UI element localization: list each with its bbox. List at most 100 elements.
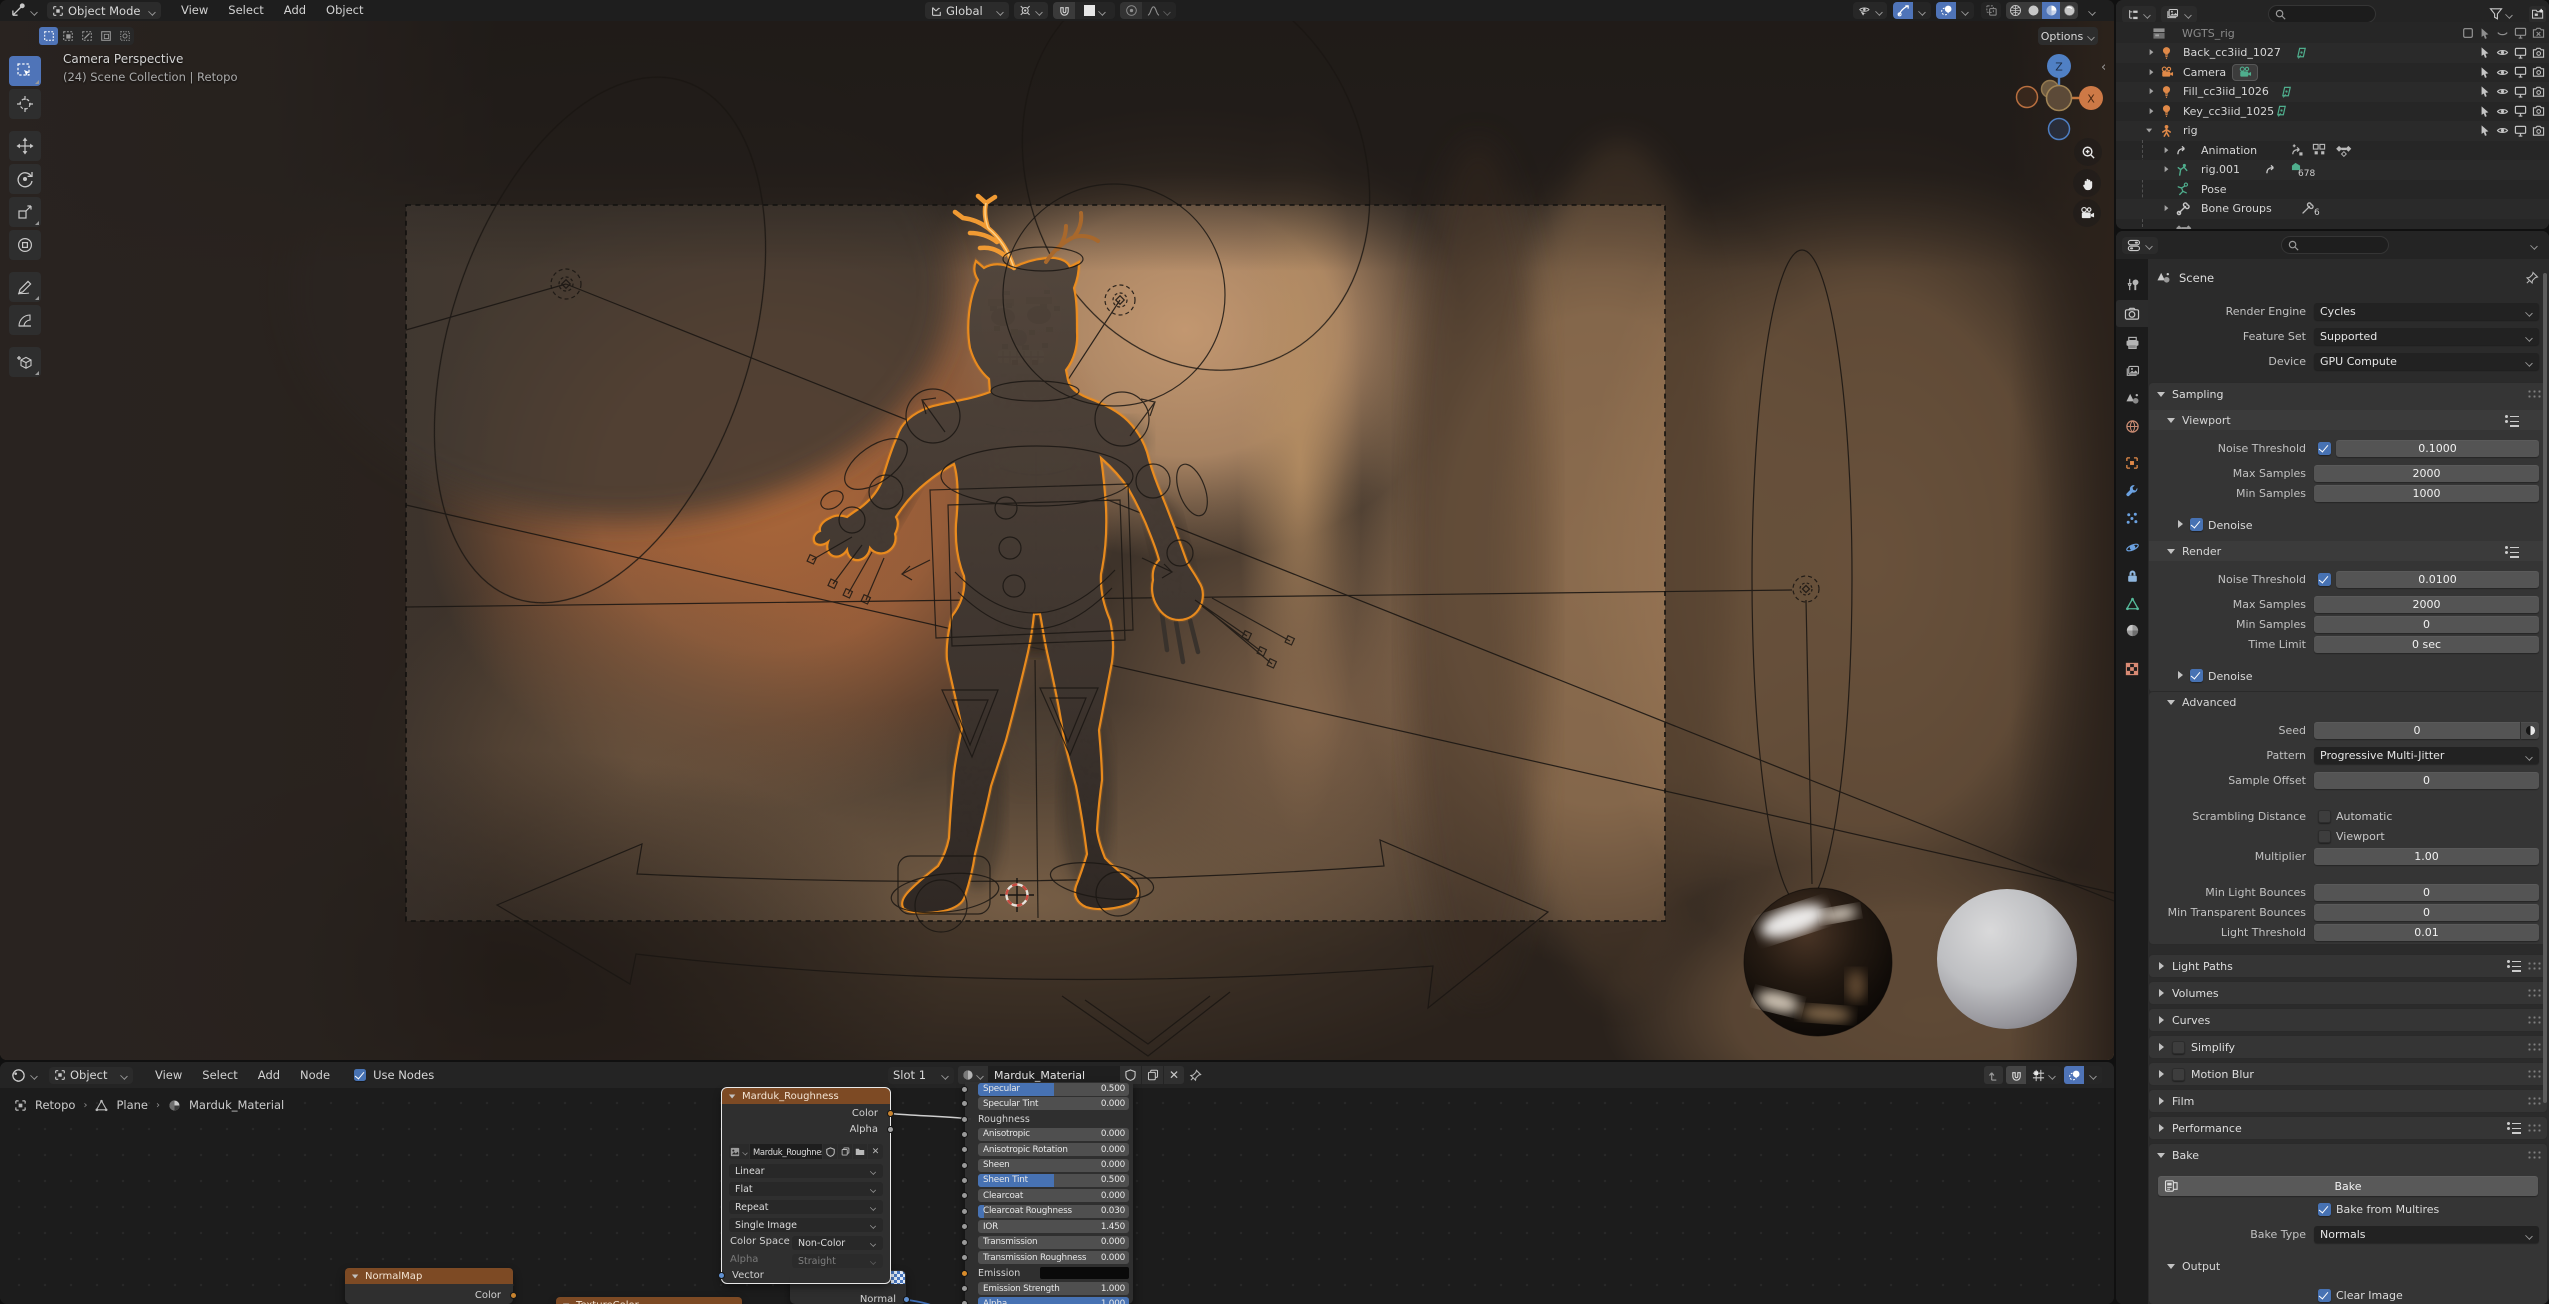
outliner-filter-button[interactable] <box>2489 7 2513 21</box>
principled-bsdf-node[interactable]: Specular0.500 Specular Tint0.000 Roughne… <box>965 1082 1133 1304</box>
shading-wireframe-button[interactable] <box>2006 2 2024 19</box>
disable-viewport-icon[interactable] <box>2514 27 2527 39</box>
crumb-object[interactable]: Retopo <box>35 1098 75 1112</box>
hide-icon[interactable] <box>2496 46 2509 59</box>
light-paths-panel[interactable]: Light Paths <box>2149 955 2547 977</box>
normal-output-socket[interactable] <box>903 1296 910 1303</box>
seed-animate-button[interactable] <box>2521 722 2539 739</box>
pivot-point-dropdown[interactable] <box>1014 2 1048 19</box>
shader-overlays-toggle[interactable] <box>2064 1066 2084 1084</box>
unlink-material-button[interactable]: ✕ <box>1164 1066 1184 1084</box>
shader-menu-add[interactable]: Add <box>248 1065 290 1086</box>
properties-search[interactable] <box>2281 236 2389 254</box>
simplify-drag[interactable] <box>2527 1042 2541 1052</box>
shading-solid-button[interactable] <box>2024 2 2042 19</box>
disable-render-icon[interactable] <box>2532 47 2545 59</box>
vp-noise-threshold-checkbox[interactable] <box>2318 442 2331 455</box>
tool-scale[interactable] <box>9 197 41 227</box>
tab-object[interactable] <box>2116 449 2148 476</box>
multiplier-field[interactable]: 1.00 <box>2314 848 2539 865</box>
tab-modifiers[interactable] <box>2116 478 2148 505</box>
hide-icon[interactable] <box>2496 27 2509 40</box>
alpha-mode-select[interactable]: Straight <box>792 1254 883 1268</box>
hide-icon[interactable] <box>2496 124 2509 137</box>
camera-view-button[interactable] <box>2073 199 2101 227</box>
alpha-output-socket[interactable] <box>887 1126 894 1133</box>
menu-view[interactable]: View <box>171 0 218 21</box>
advanced-header[interactable]: Advanced <box>2149 692 2547 712</box>
new-material-button[interactable] <box>1142 1066 1163 1084</box>
slot-dropdown[interactable]: Slot 1 <box>888 1067 954 1084</box>
shader-menu-view[interactable]: View <box>145 1065 192 1086</box>
tool-rotate[interactable] <box>9 164 41 194</box>
show-overlays-toggle[interactable] <box>1936 2 1956 19</box>
outliner-row-key-light[interactable]: Key_cc3iid_1025 <box>2116 101 2549 121</box>
menu-select[interactable]: Select <box>218 0 273 21</box>
outliner-row-back-light[interactable]: Back_cc3iid_1027 <box>2116 43 2549 63</box>
zoom-button[interactable] <box>2074 138 2102 166</box>
motion-blur-checkbox[interactable] <box>2172 1068 2185 1081</box>
volumes-panel[interactable]: Volumes <box>2149 982 2547 1004</box>
tool-cursor[interactable] <box>9 89 41 119</box>
simplify-panel[interactable]: Simplify <box>2149 1036 2547 1058</box>
bsdf-transmission-roughness-row[interactable]: Transmission Roughness0.000 <box>978 1251 1129 1264</box>
disable-render-icon[interactable] <box>2532 86 2545 98</box>
bsdf-emission-row[interactable]: Emission <box>978 1267 1020 1280</box>
render-preset-button[interactable] <box>2505 546 2519 558</box>
disable-viewport-icon[interactable] <box>2514 66 2527 78</box>
outliner-row-rig001[interactable]: rig.001 678 <box>2116 160 2549 180</box>
bsdf-anisotropic-rotation-row[interactable]: Anisotropic Rotation0.000 <box>978 1143 1129 1156</box>
tab-particles[interactable] <box>2116 505 2148 532</box>
light-threshold-field[interactable]: 0.01 <box>2314 924 2539 941</box>
outliner-row-camera[interactable]: Camera <box>2116 62 2549 82</box>
gizmo-center[interactable] <box>2047 86 2072 111</box>
sampling-drag-handle[interactable] <box>2527 389 2541 399</box>
shader-menu-node[interactable]: Node <box>290 1065 340 1086</box>
editor-type-button[interactable] <box>6 2 43 19</box>
disable-render-icon[interactable] <box>2532 105 2545 117</box>
overlays-dropdown[interactable] <box>1956 2 1974 19</box>
selectable-icon[interactable] <box>2479 85 2491 98</box>
disable-viewport-icon[interactable] <box>2514 47 2527 59</box>
bsdf-clearcoat-roughness-row[interactable]: Clearcoat Roughness0.030 <box>978 1205 1129 1218</box>
min-transparent-bounces-field[interactable]: 0 <box>2314 904 2539 921</box>
film-drag[interactable] <box>2527 1096 2541 1106</box>
tool-measure[interactable] <box>9 305 41 335</box>
sampling-viewport-header[interactable]: Viewport <box>2149 410 2547 430</box>
disable-render-icon[interactable] <box>2532 27 2545 39</box>
volumes-drag[interactable] <box>2527 988 2541 998</box>
navigation-gizmo[interactable]: Z X <box>1988 30 2114 150</box>
tool-move[interactable] <box>9 131 41 161</box>
breadcrumb-scene[interactable]: Scene <box>2179 271 2214 285</box>
disable-render-icon[interactable] <box>2532 125 2545 137</box>
performance-panel[interactable]: Performance <box>2149 1117 2547 1139</box>
proportional-falloff-dropdown[interactable] <box>1142 2 1176 19</box>
tab-view-layer[interactable] <box>2116 358 2148 385</box>
crumb-material[interactable]: Marduk_Material <box>189 1098 284 1112</box>
image-open-button[interactable] <box>853 1144 867 1159</box>
rn-time-limit-field[interactable]: 0 sec <box>2314 636 2539 653</box>
performance-drag[interactable] <box>2527 1123 2541 1133</box>
clear-image-checkbox[interactable] <box>2318 1289 2331 1302</box>
tool-add-primitive[interactable] <box>9 347 41 377</box>
properties-pin-icon[interactable] <box>2525 271 2539 285</box>
shading-rendered-button[interactable] <box>2060 2 2078 19</box>
selectable-icon[interactable] <box>2479 105 2491 118</box>
curves-drag[interactable] <box>2527 1015 2541 1025</box>
tab-tool[interactable] <box>2116 271 2148 298</box>
bake-button[interactable]: Bake <box>2158 1176 2538 1196</box>
vp-noise-threshold-field[interactable]: 0.1000 <box>2336 440 2539 457</box>
performance-preset[interactable] <box>2507 1122 2521 1134</box>
snap-toggle[interactable] <box>1053 2 1075 19</box>
shader-type-dropdown[interactable]: Object <box>49 1067 133 1084</box>
properties-scrollbar[interactable] <box>2543 273 2547 1103</box>
selectable-icon[interactable] <box>2479 27 2491 40</box>
simplify-checkbox[interactable] <box>2172 1041 2185 1054</box>
rn-min-samples-field[interactable]: 0 <box>2314 616 2539 633</box>
rn-denoise-checkbox[interactable] <box>2190 669 2203 682</box>
selectable-icon[interactable] <box>2479 124 2491 137</box>
tab-render[interactable] <box>2116 300 2148 327</box>
motion-blur-panel[interactable]: Motion Blur <box>2149 1063 2547 1085</box>
color-output-socket[interactable] <box>887 1110 894 1117</box>
outliner-search[interactable] <box>2268 5 2376 23</box>
